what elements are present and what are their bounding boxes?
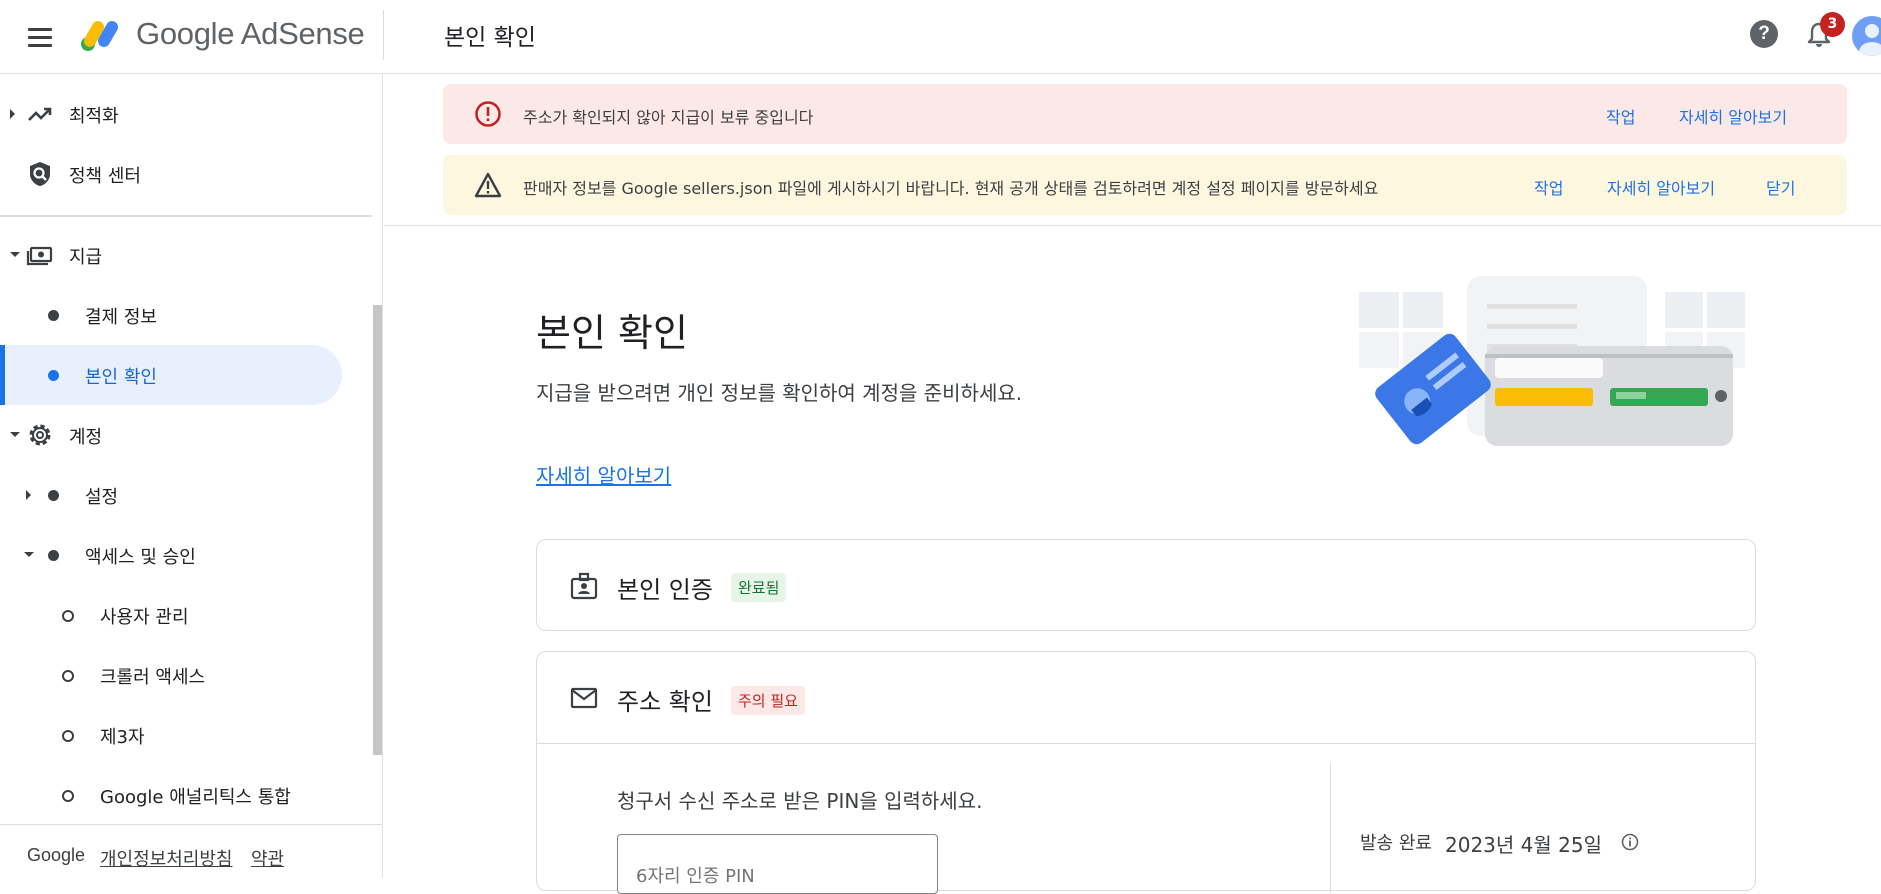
card-title: 주소 확인 — [617, 688, 713, 716]
sidebar-item-label: 본인 확인 — [85, 367, 157, 388]
sidebar-item-account[interactable]: 계정 — [0, 405, 350, 465]
sidebar-item-crawler-access[interactable]: 크롤러 액세스 — [0, 645, 350, 705]
sidebar-item-analytics-integration[interactable]: Google 애널리틱스 통합 — [0, 765, 350, 825]
card-title: 본인 인증 — [617, 576, 713, 604]
footer-google-brand: Google — [27, 845, 86, 865]
bullet-icon — [48, 490, 59, 501]
alert-learn-more-link[interactable]: 자세히 알아보기 — [1679, 104, 1787, 128]
warning-learn-more-link[interactable]: 자세히 알아보기 — [1607, 175, 1715, 199]
gear-icon — [29, 424, 51, 446]
status-badge: 완료됨 — [731, 573, 787, 602]
section-title: 본인 확인 — [536, 311, 688, 355]
warning-dismiss-link[interactable]: 닫기 — [1766, 175, 1795, 199]
pin-instruction: 청구서 수신 주소로 받은 PIN을 입력하세요. — [617, 789, 983, 813]
user-icon — [1859, 24, 1881, 56]
sidebar-item-label: 크롤러 액세스 — [100, 667, 206, 688]
card-column-divider — [1330, 763, 1331, 893]
bullet-icon — [48, 550, 59, 561]
sidebar-item-label: 제3자 — [100, 727, 145, 748]
info-icon[interactable] — [1620, 832, 1640, 852]
bullet-outline-icon — [62, 730, 74, 742]
warning-action-link[interactable]: 작업 — [1534, 175, 1563, 199]
content-divider — [384, 225, 1881, 226]
sidebar-item-payments[interactable]: 지급 — [0, 225, 350, 285]
trending-up-icon — [28, 107, 52, 121]
sidebar-item-label: 결제 정보 — [85, 307, 157, 328]
card-divider — [537, 743, 1755, 744]
policy-shield-icon — [30, 162, 50, 186]
mail-icon — [570, 687, 598, 709]
sidebar-scrollbar[interactable] — [373, 305, 382, 755]
help-icon[interactable]: ? — [1750, 20, 1778, 48]
chevron-down-icon[interactable] — [24, 552, 34, 557]
sidebar-item-settings[interactable]: 설정 — [0, 465, 350, 525]
sidebar-item-label: 계정 — [69, 427, 103, 448]
navigation-sidebar: 최적화 정책 센터 지급 결제 정보 본인 확인 계정 설정 액세스 및 승인 … — [0, 74, 383, 878]
sent-date: 2023년 4월 25일 — [1445, 833, 1602, 857]
sidebar-item-label: 지급 — [69, 247, 103, 268]
terms-link[interactable]: 약관 — [251, 845, 284, 871]
sidebar-item-label: 사용자 관리 — [100, 607, 189, 628]
top-app-bar: Google AdSense 본인 확인 ? 3 — [0, 0, 1881, 74]
product-logo-text[interactable]: Google AdSense — [136, 16, 365, 52]
alert-action-link[interactable]: 작업 — [1606, 104, 1635, 128]
chevron-down-icon[interactable] — [10, 252, 20, 257]
account-avatar[interactable] — [1852, 16, 1881, 56]
sidebar-item-label: 액세스 및 승인 — [85, 547, 196, 568]
sidebar-item-optimization[interactable]: 최적화 — [0, 84, 350, 144]
header-divider — [383, 10, 384, 60]
notification-count-badge: 3 — [1820, 12, 1845, 37]
alert-message: 주소가 확인되지 않아 지급이 보류 중입니다 — [523, 108, 814, 127]
adsense-logo-icon — [81, 21, 118, 51]
sidebar-item-label: 정책 센터 — [69, 166, 141, 187]
payments-icon — [26, 246, 53, 266]
identity-verification-illustration — [1359, 276, 1745, 446]
sidebar-item-policy-center[interactable]: 정책 센터 — [0, 144, 350, 204]
privacy-policy-link[interactable]: 개인정보처리방침 — [100, 845, 232, 871]
learn-more-link[interactable]: 자세히 알아보기 — [536, 460, 671, 489]
chevron-right-icon[interactable] — [10, 109, 15, 119]
bullet-outline-icon — [62, 670, 74, 682]
sent-status-label: 발송 완료 — [1360, 833, 1432, 854]
sidebar-item-label: Google 애널리틱스 통합 — [100, 787, 291, 808]
payment-hold-alert: 주소가 확인되지 않아 지급이 보류 중입니다 작업 자세히 알아보기 — [443, 84, 1847, 144]
sellers-json-warning: 판매자 정보를 Google sellers.json 파일에 게시하시기 바랍… — [443, 155, 1847, 215]
section-description: 지급을 받으려면 개인 정보를 확인하여 계정을 준비하세요. — [536, 381, 1023, 405]
warning-icon — [474, 172, 502, 198]
identity-verification-card[interactable]: 본인 인증 완료됨 — [536, 539, 1756, 631]
sidebar-item-user-management[interactable]: 사용자 관리 — [0, 585, 350, 645]
sidebar-footer: Google 개인정보처리방침 약관 — [0, 824, 382, 878]
sidebar-item-label: 설정 — [85, 487, 119, 508]
sidebar-item-identity-verification[interactable]: 본인 확인 — [0, 345, 342, 405]
bullet-icon — [48, 310, 59, 321]
chevron-right-icon[interactable] — [26, 490, 31, 500]
bullet-icon — [48, 370, 59, 381]
error-icon — [475, 101, 501, 127]
id-badge-icon — [570, 572, 598, 600]
page-title: 본인 확인 — [444, 25, 536, 51]
sidebar-divider — [0, 215, 372, 217]
pin-input[interactable] — [617, 834, 938, 894]
sidebar-item-label: 최적화 — [69, 106, 119, 127]
sidebar-item-access-authorization[interactable]: 액세스 및 승인 — [0, 525, 350, 585]
bullet-outline-icon — [62, 790, 74, 802]
main-menu-button[interactable] — [24, 22, 56, 54]
chevron-down-icon[interactable] — [10, 432, 20, 437]
bullet-outline-icon — [62, 610, 74, 622]
status-badge: 주의 필요 — [731, 686, 805, 715]
sidebar-item-third-party[interactable]: 제3자 — [0, 705, 350, 765]
sidebar-item-payment-info[interactable]: 결제 정보 — [0, 285, 350, 345]
address-verification-card: 주소 확인 주의 필요 청구서 수신 주소로 받은 PIN을 입력하세요. 발송… — [536, 651, 1756, 894]
warning-message: 판매자 정보를 Google sellers.json 파일에 게시하시기 바랍… — [523, 179, 1379, 198]
